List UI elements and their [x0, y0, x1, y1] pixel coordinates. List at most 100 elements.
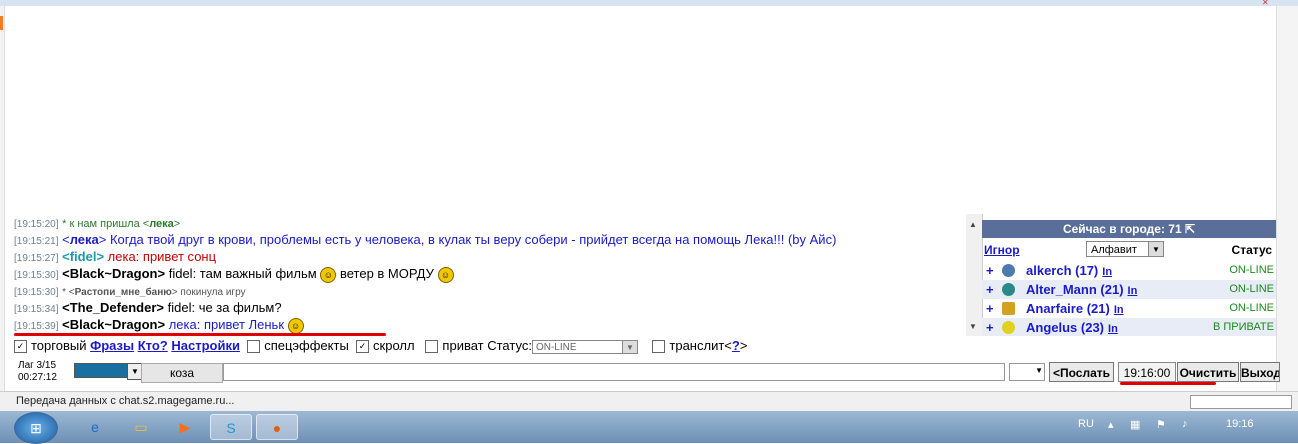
message-text: лека: привет Леньк [168, 317, 285, 332]
user-name[interactable]: Angelus (23) [1026, 320, 1104, 335]
grin-smiley-icon: ☺ [287, 317, 304, 334]
user-info-link[interactable]: In [1128, 285, 1138, 297]
send-button[interactable]: <Послать [1049, 362, 1114, 382]
firefox-icon[interactable]: ● [256, 414, 298, 440]
nick[interactable]: fidel [70, 249, 97, 264]
message-text: Когда твой друг в крови, проблемы есть у… [109, 232, 837, 247]
nick[interactable]: лека [149, 218, 174, 230]
user-row[interactable]: + Alter_Mann (21) In ON-LINE [982, 280, 1276, 299]
timestamp[interactable]: [19:15:34] [14, 304, 58, 315]
volume-icon[interactable]: ♪ [1182, 418, 1188, 430]
taskbar: ⊞ e ▭ ▶ S ● RU ▴ ▦ ⚑ ♪ 19:16 [0, 411, 1298, 444]
timestamp[interactable]: [19:15:27] [14, 253, 58, 264]
timestamp[interactable]: [19:15:30] [14, 270, 58, 281]
skype-icon[interactable]: S [210, 414, 252, 440]
chat-options-bar: ✓ торговый Фразы Кто? Настройки спецэффек… [14, 337, 1276, 355]
chat-log: [19:15:20] * к нам пришла <лека> [19:15:… [14, 214, 966, 334]
language-indicator[interactable]: RU [1078, 418, 1094, 430]
exit-button[interactable]: Выход [1240, 362, 1280, 382]
external-link-icon[interactable]: ⇱ [1185, 222, 1195, 236]
trade-checkbox[interactable]: ✓ [14, 340, 27, 354]
timestamp[interactable]: [19:15:30] [14, 287, 58, 298]
system-text: * < [62, 287, 75, 298]
tray-arrow-icon[interactable]: ▴ [1108, 418, 1114, 431]
close-icon[interactable]: ✕ [1262, 0, 1276, 7]
page-scrollbar[interactable] [1276, 6, 1298, 391]
scroll-up-icon[interactable]: ▲ [969, 220, 977, 229]
user-info-link[interactable]: In [1108, 323, 1118, 335]
start-button[interactable]: ⊞ [14, 412, 58, 444]
chevron-down-icon[interactable]: ▼ [621, 340, 637, 353]
progress-bar [1190, 395, 1292, 409]
firefox-tab-marker [0, 16, 3, 30]
red-underline-annotation [1120, 382, 1216, 385]
scroll-checkbox[interactable]: ✓ [356, 340, 370, 354]
recipient-select[interactable]: ▼ [1009, 363, 1045, 381]
media-player-icon[interactable]: ▶ [164, 414, 206, 440]
chevron-down-icon[interactable]: ▼ [1148, 242, 1163, 256]
user-info-link[interactable]: In [1102, 266, 1112, 278]
chat-line: [19:15:30] <Black~Dragon> fidel: там важ… [14, 265, 966, 283]
user-list-scrollbar[interactable]: ▲ ▼ [966, 214, 983, 336]
timestamp[interactable]: [19:15:39] [14, 321, 58, 332]
user-row[interactable]: + alkerch (17) In ON-LINE [982, 261, 1276, 280]
user-name[interactable]: Alter_Mann (21) [1026, 282, 1124, 297]
settings-link[interactable]: Настройки [171, 338, 240, 353]
system-text: * к нам пришла < [62, 218, 150, 230]
own-nick[interactable]: коза [141, 363, 223, 383]
message-input-bar: Лаг 3/15 00:27:12 ▼ коза ▼ <Послать 19:16… [14, 358, 1280, 386]
add-private-icon[interactable]: + [986, 318, 994, 336]
scroll-down-icon[interactable]: ▼ [969, 322, 977, 331]
timestamp[interactable]: [19:15:21] [14, 236, 58, 247]
user-status: ON-LINE [1229, 264, 1274, 276]
user-status: В ПРИВАТЕ [1212, 321, 1274, 333]
internet-explorer-icon[interactable]: e [74, 414, 116, 440]
nick[interactable]: Black~Dragon [70, 317, 158, 332]
who-link[interactable]: Кто? [138, 338, 168, 353]
add-private-icon[interactable]: + [986, 299, 994, 318]
user-info-link[interactable]: In [1114, 304, 1124, 316]
lag-value: Лаг 3/15 [18, 360, 57, 371]
user-name[interactable]: alkerch (17) [1026, 263, 1098, 278]
add-private-icon[interactable]: + [986, 280, 994, 299]
chat-line: [19:15:34] <The_Defender> fidel: че за ф… [14, 300, 282, 315]
translit-help-link[interactable]: ? [732, 338, 740, 353]
text-color-select[interactable]: ▼ [74, 363, 143, 380]
action-center-icon[interactable]: ⚑ [1156, 418, 1166, 431]
network-icon[interactable]: ▦ [1130, 418, 1140, 431]
nick[interactable]: лека [70, 232, 99, 247]
ignore-link[interactable]: Игнор [984, 243, 1020, 257]
sort-value: Алфавит [1091, 244, 1137, 256]
effects-checkbox[interactable] [247, 340, 261, 354]
nick[interactable]: The_Defender [70, 300, 157, 315]
user-name[interactable]: Anarfaire (21) [1026, 301, 1110, 316]
user-status: ON-LINE [1229, 302, 1274, 314]
clock[interactable]: 19:16 [1226, 418, 1254, 430]
message-text: лека: привет сонц [107, 249, 217, 264]
nick[interactable]: Black~Dragon [70, 266, 158, 281]
private-checkbox[interactable] [425, 340, 439, 354]
message-input[interactable] [223, 363, 1005, 381]
clear-button[interactable]: Очистить [1177, 362, 1239, 382]
message-text: fidel: че за фильм? [167, 300, 282, 315]
effects-label: спецэффекты [264, 338, 349, 353]
laughing-smiley-icon: ☺ [437, 266, 454, 283]
timestamp[interactable]: [19:15:20] [14, 219, 58, 230]
sort-select[interactable]: Алфавит ▼ [1086, 241, 1164, 257]
user-status: ON-LINE [1229, 283, 1274, 295]
user-row[interactable]: + Angelus (23) In В ПРИВАТЕ [982, 318, 1276, 336]
nick[interactable]: Растопи_мне_баню [75, 287, 172, 298]
add-private-icon[interactable]: + [986, 261, 994, 280]
status-select[interactable]: ON-LINE ▼ [531, 339, 638, 354]
user-list-panel: ▲ ▼ Сейчас в городе: 71 ⇱ Игнор Алфавит ▼… [966, 214, 1276, 336]
chat-line: [19:15:30] * <Растопи_мне_баню> покинула… [14, 282, 966, 299]
chevron-down-icon[interactable]: ▼ [1035, 366, 1043, 375]
system-text: > покинула игру [171, 287, 246, 298]
private-status-label: приват Статус: [442, 338, 532, 353]
translit-checkbox[interactable] [652, 340, 666, 354]
scroll-label: скролл [373, 338, 415, 353]
status-value: ON-LINE [535, 341, 577, 353]
folder-icon[interactable]: ▭ [120, 414, 162, 440]
phrases-link[interactable]: Фразы [90, 338, 134, 353]
user-row[interactable]: + Anarfaire (21) In ON-LINE [982, 299, 1276, 318]
